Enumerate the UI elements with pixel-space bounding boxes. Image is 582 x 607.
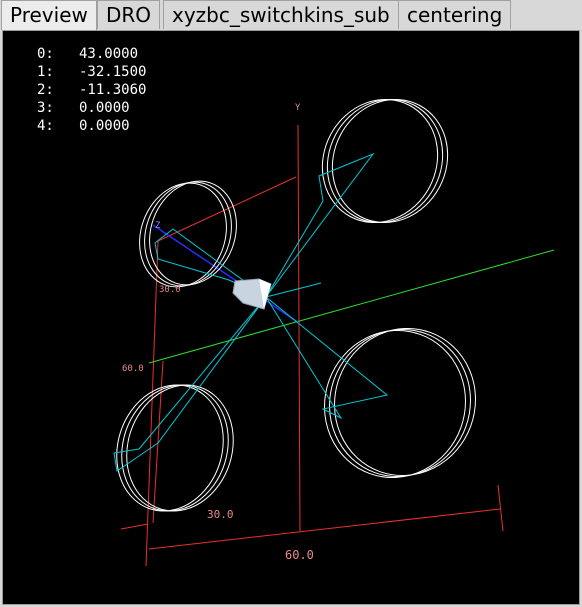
readout-row: 4: 0.0000 (37, 117, 146, 135)
extent-left-inner-line (152, 360, 164, 524)
readout-index: 4: (37, 118, 54, 134)
z-axis-label: Z (155, 221, 161, 231)
readout-row: 3: 0.0000 (37, 99, 146, 117)
tab-dro[interactable]: DRO (97, 0, 161, 29)
extent-left-line (145, 240, 159, 567)
dimension-60-left: 60.0 (122, 364, 144, 374)
tab-xyzbc-switchkins-sub[interactable]: xyzbc_switchkins_sub (163, 0, 399, 29)
y-axis-line (297, 124, 301, 532)
readout-row: 2: -11.3060 (37, 81, 146, 99)
tab-centering[interactable]: centering (398, 0, 512, 29)
position-readout: 0: 43.0000 1: -32.1500 2: -11.3060 3: 0.0000… (37, 45, 146, 135)
readout-index: 3: (37, 100, 54, 116)
readout-value: -11.3060 (79, 82, 147, 98)
readout-value: -32.1500 (79, 64, 147, 80)
tab-bar: Preview DRO xyzbc_switchkins_sub centeri… (0, 0, 582, 30)
extent-bottom-line (148, 508, 501, 550)
x-axis-line (148, 249, 555, 364)
readout-index: 2: (37, 82, 54, 98)
dimension-30-upper: 30.0 (159, 285, 181, 295)
preview-canvas[interactable]: Y Z 30.0 60.0 30.0 60.0 0: 43.0000 1: -32.… (2, 30, 580, 605)
readout-row: 0: 43.0000 (37, 45, 146, 63)
tool-cone-icon (232, 278, 272, 310)
extent-bottom-right-tick (497, 484, 504, 532)
tab-preview[interactable]: Preview (1, 0, 97, 30)
readout-value: 0.0000 (79, 118, 130, 134)
dimension-60-bottom: 60.0 (285, 548, 314, 562)
readout-index: 1: (37, 64, 54, 80)
extent-left-tick (120, 523, 149, 530)
readout-value: 43.0000 (79, 46, 139, 62)
dimension-30-bottom: 30.0 (207, 508, 234, 521)
y-axis-label: Y (295, 103, 301, 113)
readout-row: 1: -32.1500 (37, 63, 146, 81)
readout-value: 0.0000 (79, 100, 130, 116)
z-axis-line (152, 224, 300, 324)
readout-index: 0: (37, 46, 54, 62)
